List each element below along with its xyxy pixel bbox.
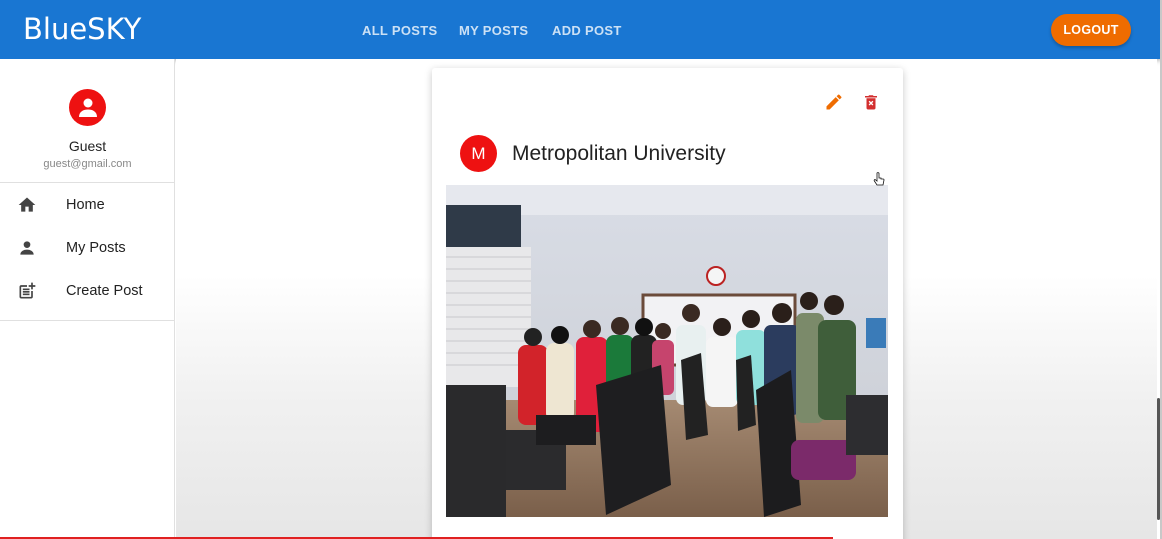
- account-icon: [78, 98, 97, 117]
- sidebar-item-label: Create Post: [66, 283, 143, 299]
- user-name: Guest: [68, 138, 107, 154]
- sidebar-item-create-post[interactable]: Create Post: [0, 269, 175, 312]
- post-image: [446, 185, 888, 517]
- brand-logo[interactable]: BlueSKY: [23, 12, 141, 46]
- edit-icon[interactable]: [824, 92, 844, 112]
- home-icon: [18, 197, 36, 212]
- post-card: M Metropolitan University: [432, 68, 903, 539]
- delete-icon[interactable]: [862, 92, 880, 112]
- person-icon: [20, 241, 34, 255]
- app-bar: BlueSKY ALL POSTS MY POSTS ADD POST LOGO…: [0, 0, 1162, 59]
- user-avatar: [69, 89, 106, 126]
- nav-all-posts[interactable]: ALL POSTS: [362, 23, 437, 38]
- user-email: guest@gmail.com: [43, 158, 132, 170]
- nav-add-post[interactable]: ADD POST: [552, 23, 622, 38]
- divider: [0, 320, 175, 321]
- logout-button[interactable]: LOGOUT: [1051, 14, 1131, 46]
- pointer-cursor-icon: [873, 172, 885, 186]
- sidebar-item-my-posts[interactable]: My Posts: [0, 226, 175, 269]
- sidebar-item-home[interactable]: Home: [0, 183, 175, 226]
- post-title: Metropolitan University: [512, 142, 726, 165]
- scrollbar-thumb[interactable]: [1157, 398, 1160, 520]
- sidebar: Guest guest@gmail.com Home My Posts Crea…: [0, 59, 175, 539]
- nav-my-posts[interactable]: MY POSTS: [459, 23, 528, 38]
- sidebar-item-label: My Posts: [66, 240, 126, 256]
- sidebar-item-label: Home: [66, 197, 105, 213]
- post-add-icon: [19, 282, 36, 299]
- post-avatar: M: [460, 135, 497, 172]
